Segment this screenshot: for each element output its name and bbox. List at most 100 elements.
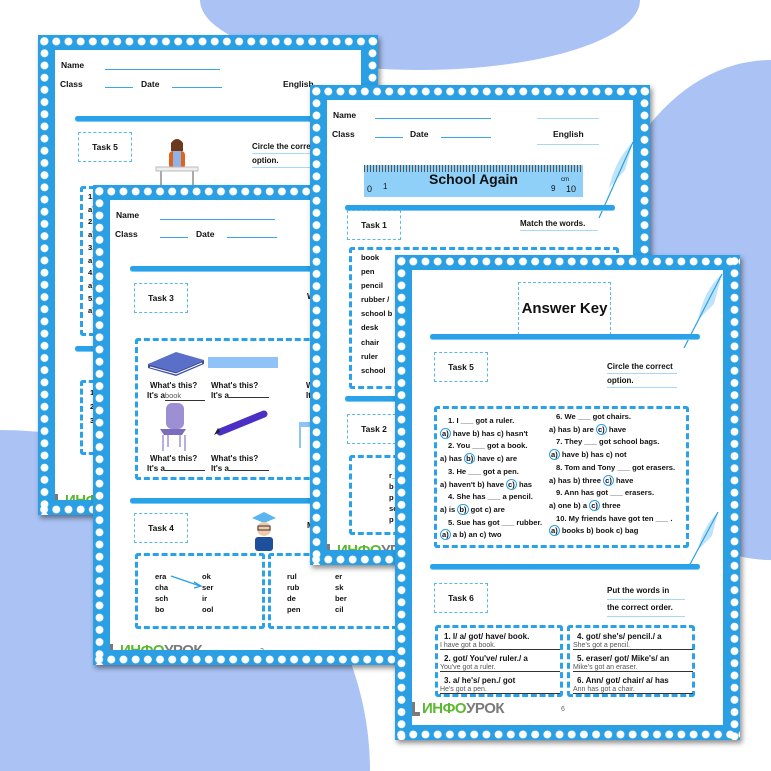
- option-word: haven't: [448, 479, 476, 489]
- word-start: rul: [287, 572, 297, 581]
- question-text: 6. We ___ got chairs.: [556, 412, 631, 421]
- options-line: a) is b) got c) are: [440, 503, 542, 517]
- pencil-icon: [214, 410, 268, 436]
- options-line: a) one b) a c) three: [549, 499, 675, 513]
- word-start: pen: [287, 605, 301, 614]
- option-word: has: [590, 450, 604, 460]
- answer-line: It's a: [211, 391, 269, 400]
- circled-answer: c): [603, 474, 614, 486]
- task3-label: Task 3: [134, 283, 188, 313]
- question-text: 4. She has ___ a pencil.: [448, 492, 533, 502]
- options-line: a) has b) three c) have: [549, 474, 675, 488]
- order-answer: Ann has got a chair.: [573, 686, 693, 694]
- class-line: [160, 237, 188, 238]
- order-question: 3. a/ he's/ pen./ got: [444, 676, 516, 685]
- option-word: three: [582, 475, 601, 485]
- option-word: has: [448, 454, 462, 464]
- word-item: pen: [361, 267, 375, 277]
- option-word: are: [493, 504, 505, 514]
- option-word: an: [468, 530, 478, 540]
- options-line: a) haven't b) have c) has: [440, 478, 542, 492]
- brush-divider: [75, 116, 350, 121]
- task5-instruction: Circle the correct option.: [607, 360, 677, 388]
- option-letter: a): [440, 479, 447, 489]
- worksheet-page-answer-key: Answer Key Task 5 Circle the correct opti…: [395, 255, 740, 740]
- question-text: 1. I ___ got a ruler.: [448, 416, 515, 425]
- options-line: a) have b) has c) not: [549, 449, 675, 462]
- option-letter: c): [484, 504, 492, 514]
- option-word: have: [452, 428, 471, 438]
- class-line: [375, 137, 403, 138]
- answer-line: It's a: [147, 464, 205, 473]
- questions-left: 1. I ___ got a ruler. a) have b) has c) h…: [440, 415, 542, 542]
- order-question: 1. I/ a/ got/ have/ book.: [444, 632, 530, 641]
- circled-answer: c): [506, 478, 517, 490]
- option-word: books: [561, 526, 585, 536]
- order-answer: Mike's got an eraser.: [573, 664, 693, 672]
- circled-answer: c): [595, 423, 607, 435]
- match-ends: er sk ber cil: [335, 571, 347, 615]
- option-word: a: [582, 500, 588, 510]
- option-letter: a): [549, 424, 556, 434]
- option-letter: b): [459, 530, 467, 540]
- answer-key-title: Answer Key: [518, 282, 611, 335]
- order-answer: You've got a ruler.: [440, 664, 560, 672]
- match-starts: rul rub de pen: [287, 571, 301, 615]
- question-text: 10. My friends have got ten ___ .: [556, 513, 673, 523]
- page-number: 6: [561, 706, 565, 713]
- circled-answer: a): [549, 525, 560, 537]
- task4-label: Task 4: [134, 513, 188, 543]
- date-line: [441, 137, 491, 138]
- task6-label: Task 6: [434, 583, 488, 613]
- option-word: hasn't: [505, 428, 528, 438]
- circled-answer: b): [457, 503, 469, 515]
- word-end: ir: [202, 594, 208, 603]
- word-start: de: [287, 594, 296, 603]
- circled-answer: b): [464, 453, 476, 465]
- order-answer: I have got a book.: [440, 642, 560, 650]
- option-word: has: [557, 424, 571, 434]
- question-text: What's this?: [211, 454, 259, 463]
- option-letter: b): [586, 526, 594, 536]
- option-letter: b): [581, 450, 589, 460]
- option-word: book: [595, 526, 614, 536]
- word-item: desk: [361, 323, 379, 333]
- question-text: 3. He ___ got a pen.: [448, 466, 519, 476]
- word-item: school: [361, 365, 386, 375]
- option-word: got: [470, 504, 483, 514]
- answer-line: It's a: [211, 464, 269, 473]
- task6-instruction: Put the words in the correct order.: [607, 583, 685, 617]
- name-line: [160, 219, 275, 220]
- question-text: 9. Ann has got ___ erasers.: [556, 488, 655, 498]
- name-label: Name: [61, 60, 85, 70]
- word-end: cil: [335, 605, 344, 614]
- word-start: rub: [287, 583, 300, 592]
- date-label: Date: [196, 229, 215, 239]
- name-label: Name: [333, 110, 357, 120]
- option-letter: c): [479, 530, 487, 540]
- option-word: a: [452, 530, 458, 540]
- word-item: ruler: [361, 351, 378, 361]
- option-word: one: [557, 500, 572, 510]
- class-line: [105, 87, 133, 88]
- option-word: two: [488, 530, 502, 540]
- ruler-number: 9: [551, 184, 556, 193]
- option-word: have: [608, 424, 627, 434]
- option-letter: a): [549, 475, 556, 485]
- word-item: pencil: [361, 281, 383, 291]
- teacher-at-desk-icon: [155, 139, 199, 187]
- word-end: er: [335, 572, 343, 581]
- option-letter: b): [573, 500, 581, 510]
- option-letter: b): [573, 475, 581, 485]
- feather-quill-icon: [687, 511, 719, 569]
- date-line: [172, 87, 222, 88]
- options-line: a) has b) have c) are: [440, 453, 542, 466]
- class-label: Class: [332, 129, 355, 139]
- option-word: have: [616, 475, 634, 485]
- word-item: school b: [361, 309, 393, 319]
- option-word: is: [448, 504, 456, 514]
- subject-line: [537, 118, 599, 119]
- subject-label: English: [553, 129, 584, 139]
- option-word: three: [602, 500, 621, 510]
- name-line: [375, 118, 491, 119]
